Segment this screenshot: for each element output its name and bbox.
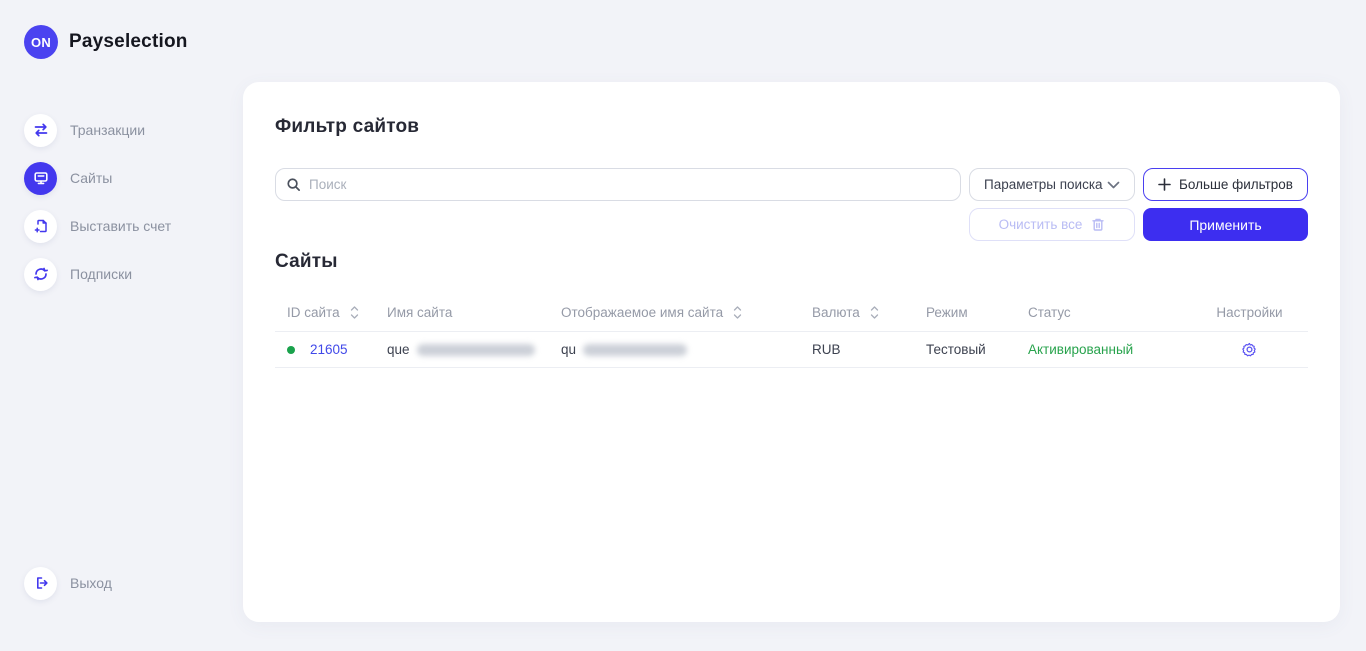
site-id-link[interactable]: 21605 bbox=[310, 342, 348, 357]
clear-all-button[interactable]: Очистить все bbox=[969, 208, 1135, 241]
redacted-display-name bbox=[583, 344, 687, 356]
search-icon bbox=[286, 177, 301, 192]
search-box[interactable] bbox=[275, 168, 961, 201]
site-id-cell: 21605 bbox=[275, 342, 387, 357]
apply-button[interactable]: Применить bbox=[1143, 208, 1308, 241]
search-params-label: Параметры поиска bbox=[984, 177, 1103, 192]
currency-cell: RUB bbox=[812, 342, 926, 357]
site-name-visible: que bbox=[387, 342, 410, 357]
sidebar-item-invoice[interactable]: Выставить счет bbox=[0, 202, 243, 250]
display-name-visible: qu bbox=[561, 342, 576, 357]
on-logo-icon: ON bbox=[24, 25, 58, 59]
column-header-settings: Настройки bbox=[1203, 305, 1296, 320]
invoice-document-plus-icon bbox=[24, 210, 57, 243]
filter-title: Фильтр сайтов bbox=[275, 116, 419, 138]
column-header-site-id[interactable]: ID сайта bbox=[275, 305, 387, 320]
sidebar: Транзакции Сайты Выставить счет Подписки bbox=[0, 106, 243, 298]
trash-icon bbox=[1091, 217, 1105, 232]
sidebar-item-label: Подписки bbox=[70, 266, 132, 282]
mode-cell: Тестовый bbox=[926, 342, 1028, 357]
swap-arrows-icon bbox=[24, 114, 57, 147]
sites-table: ID сайта Имя сайта Отображаемое имя сайт… bbox=[275, 294, 1308, 368]
sidebar-item-label: Транзакции bbox=[70, 122, 145, 138]
logout-button[interactable]: Выход bbox=[0, 559, 243, 607]
sort-icon[interactable] bbox=[733, 306, 742, 319]
status-cell: Активированный bbox=[1028, 342, 1203, 357]
table-header-row: ID сайта Имя сайта Отображаемое имя сайт… bbox=[275, 294, 1308, 332]
column-header-status: Статус bbox=[1028, 305, 1203, 320]
sidebar-item-transactions[interactable]: Транзакции bbox=[0, 106, 243, 154]
logout-icon bbox=[24, 567, 57, 600]
search-params-dropdown[interactable]: Параметры поиска bbox=[969, 168, 1135, 201]
logout-label: Выход bbox=[70, 575, 112, 591]
brand-name: Payselection bbox=[69, 31, 188, 53]
brand: ON Payselection bbox=[24, 25, 188, 59]
refresh-arrows-icon bbox=[24, 258, 57, 291]
redacted-site-name bbox=[417, 344, 535, 356]
table-row: 21605 que qu RUB Тестовый Активированный bbox=[275, 332, 1308, 368]
chevron-down-icon bbox=[1107, 181, 1120, 189]
more-filters-label: Больше фильтров bbox=[1179, 177, 1293, 192]
column-header-mode: Режим bbox=[926, 305, 1028, 320]
column-header-currency[interactable]: Валюта bbox=[812, 305, 926, 320]
sidebar-item-sites[interactable]: Сайты bbox=[0, 154, 243, 202]
sites-title: Сайты bbox=[275, 251, 338, 273]
clear-all-label: Очистить все bbox=[999, 217, 1083, 232]
sort-icon[interactable] bbox=[350, 306, 359, 319]
column-header-display-name[interactable]: Отображаемое имя сайта bbox=[561, 305, 812, 320]
gear-icon[interactable] bbox=[1241, 341, 1258, 358]
more-filters-button[interactable]: Больше фильтров bbox=[1143, 168, 1308, 201]
status-dot bbox=[287, 346, 295, 354]
monitor-icon bbox=[24, 162, 57, 195]
settings-cell bbox=[1203, 341, 1296, 358]
column-header-site-name: Имя сайта bbox=[387, 305, 561, 320]
sidebar-item-label: Сайты bbox=[70, 170, 112, 186]
sidebar-item-subscriptions[interactable]: Подписки bbox=[0, 250, 243, 298]
search-input[interactable] bbox=[309, 177, 950, 192]
sidebar-logout: Выход bbox=[0, 559, 243, 607]
site-name-cell: que bbox=[387, 342, 561, 357]
display-name-cell: qu bbox=[561, 342, 812, 357]
main-panel: Фильтр сайтов Параметры поиска Больше фи… bbox=[243, 82, 1340, 622]
sort-icon[interactable] bbox=[870, 306, 879, 319]
sidebar-item-label: Выставить счет bbox=[70, 218, 171, 234]
plus-icon bbox=[1158, 178, 1171, 191]
